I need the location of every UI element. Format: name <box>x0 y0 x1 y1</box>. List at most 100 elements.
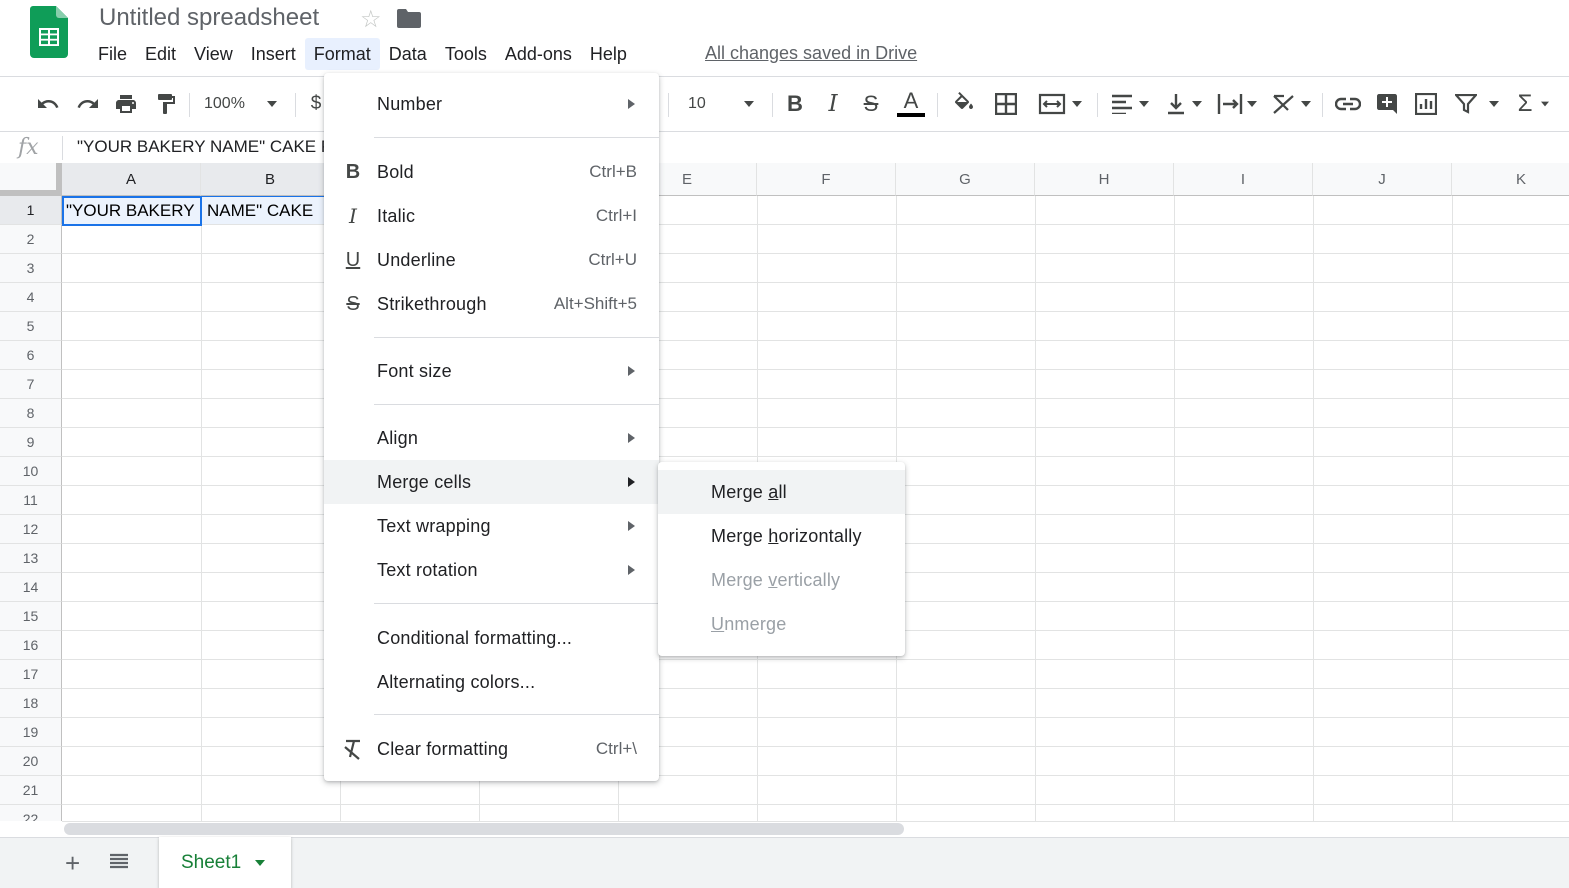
paint-format-icon[interactable] <box>152 90 180 118</box>
column-header-k[interactable]: K <box>1452 163 1569 196</box>
gridline <box>62 717 1569 718</box>
row-header-12[interactable]: 12 <box>0 515 62 544</box>
borders-icon[interactable] <box>992 90 1020 118</box>
row-header-11[interactable]: 11 <box>0 486 62 515</box>
submenu-item-merge-horizontally[interactable]: Merge horizontally <box>658 514 905 558</box>
row-header-6[interactable]: 6 <box>0 341 62 370</box>
menu-item-clear-formatting[interactable]: Clear formatting Ctrl+\ <box>324 727 659 771</box>
row-header-2[interactable]: 2 <box>0 225 62 254</box>
menu-item-underline[interactable]: U Underline Ctrl+U <box>324 238 659 282</box>
column-header-b[interactable]: B <box>201 163 340 196</box>
row-header-3[interactable]: 3 <box>0 254 62 283</box>
gridline <box>62 398 1569 399</box>
horizontal-align-icon[interactable] <box>1108 90 1152 118</box>
menu-insert[interactable]: Insert <box>242 38 305 70</box>
menu-item-text-rotation[interactable]: Text rotation <box>324 548 659 592</box>
menu-item-text-wrapping[interactable]: Text wrapping <box>324 504 659 548</box>
functions-icon[interactable]: Σ <box>1514 90 1554 118</box>
row-header-16[interactable]: 16 <box>0 631 62 660</box>
font-size-select[interactable]: 10 <box>688 90 760 118</box>
column-header-h[interactable]: H <box>1035 163 1174 196</box>
column-header-i[interactable]: I <box>1174 163 1313 196</box>
column-header-g[interactable]: G <box>896 163 1035 196</box>
comment-icon[interactable] <box>1373 90 1401 118</box>
row-header-8[interactable]: 8 <box>0 399 62 428</box>
zoom-select[interactable]: 100% <box>204 90 284 118</box>
menu-data[interactable]: Data <box>380 38 436 70</box>
add-sheet-icon[interactable]: + <box>65 848 80 879</box>
row-header-21[interactable]: 21 <box>0 776 62 805</box>
undo-icon[interactable] <box>34 90 62 118</box>
currency-button[interactable]: $ <box>308 90 324 118</box>
row-header-15[interactable]: 15 <box>0 602 62 631</box>
menu-edit[interactable]: Edit <box>136 38 185 70</box>
menu-item-conditional-formatting[interactable]: Conditional formatting... <box>324 616 659 660</box>
vertical-align-icon[interactable] <box>1162 90 1206 118</box>
save-status-link[interactable]: All changes saved in Drive <box>705 43 917 64</box>
cell-b1[interactable]: NAME" CAKE <box>207 201 313 221</box>
menu-item-font-size[interactable]: Font size <box>324 349 659 393</box>
all-sheets-icon[interactable] <box>110 853 128 869</box>
menu-tools[interactable]: Tools <box>436 38 496 70</box>
menu-item-label: Number <box>377 93 443 114</box>
row-header-1[interactable]: 1 <box>0 196 62 225</box>
formula-input[interactable]: "YOUR BAKERY NAME" CAKE P <box>77 137 332 157</box>
bold-icon[interactable]: B <box>782 90 808 118</box>
strikethrough-icon[interactable]: S <box>858 90 884 118</box>
row-header-18[interactable]: 18 <box>0 689 62 718</box>
document-title[interactable]: Untitled spreadsheet <box>99 4 319 32</box>
toolbar-divider <box>1097 93 1098 117</box>
column-header-a[interactable]: A <box>62 163 201 196</box>
redo-icon[interactable] <box>74 90 102 118</box>
menu-format[interactable]: Format <box>304 38 380 70</box>
submenu-item-merge-all[interactable]: Merge all <box>658 470 905 514</box>
filter-icon[interactable] <box>1452 90 1502 118</box>
italic-icon[interactable]: I <box>820 90 846 118</box>
print-icon[interactable] <box>112 90 140 118</box>
row-header-19[interactable]: 19 <box>0 718 62 747</box>
merge-cells-icon[interactable] <box>1032 90 1088 118</box>
sheets-logo-icon[interactable] <box>30 6 68 58</box>
chart-icon[interactable] <box>1412 90 1440 118</box>
menu-view[interactable]: View <box>185 38 242 70</box>
menu-item-align[interactable]: Align <box>324 416 659 460</box>
chevron-down-icon <box>1489 101 1499 107</box>
text-color-icon[interactable]: A <box>896 90 926 118</box>
zoom-value: 100% <box>204 95 245 112</box>
row-header-14[interactable]: 14 <box>0 573 62 602</box>
text-wrap-icon[interactable] <box>1214 90 1260 118</box>
row-header-9[interactable]: 9 <box>0 428 62 457</box>
row-header-10[interactable]: 10 <box>0 457 62 486</box>
row-header-7[interactable]: 7 <box>0 370 62 399</box>
menu-file[interactable]: File <box>89 38 136 70</box>
row-header-22[interactable]: 22 <box>0 805 62 821</box>
italic-icon: I <box>349 204 357 228</box>
sheet-tab-sheet1[interactable]: Sheet1 <box>159 837 291 888</box>
row-header-5[interactable]: 5 <box>0 312 62 341</box>
star-icon[interactable]: ☆ <box>360 5 382 34</box>
menu-help[interactable]: Help <box>581 38 636 70</box>
toolbar-divider <box>189 93 190 117</box>
menu-item-label: Text rotation <box>377 559 478 580</box>
folder-icon[interactable] <box>397 8 421 28</box>
menu-item-strikethrough[interactable]: S Strikethrough Alt+Shift+5 <box>324 282 659 326</box>
horizontal-scroll-thumb[interactable] <box>64 823 904 835</box>
text-rotate-icon[interactable] <box>1268 90 1314 118</box>
row-header-13[interactable]: 13 <box>0 544 62 573</box>
row-header-17[interactable]: 17 <box>0 660 62 689</box>
row-header-20[interactable]: 20 <box>0 747 62 776</box>
column-header-f[interactable]: F <box>757 163 896 196</box>
gridline <box>62 804 1569 805</box>
menu-item-bold[interactable]: B Bold Ctrl+B <box>324 150 659 194</box>
toolbar-divider <box>1322 93 1323 117</box>
column-header-j[interactable]: J <box>1313 163 1452 196</box>
menu-item-alternating-colors[interactable]: Alternating colors... <box>324 660 659 704</box>
menu-item-merge-cells[interactable]: Merge cells <box>324 460 659 504</box>
chevron-down-icon[interactable] <box>255 860 266 866</box>
link-icon[interactable] <box>1334 90 1362 118</box>
menu-item-number[interactable]: Number <box>324 82 659 126</box>
fill-color-icon[interactable] <box>950 90 978 118</box>
row-header-4[interactable]: 4 <box>0 283 62 312</box>
menu-add-ons[interactable]: Add-ons <box>496 38 581 70</box>
menu-item-italic[interactable]: I Italic Ctrl+I <box>324 194 659 238</box>
